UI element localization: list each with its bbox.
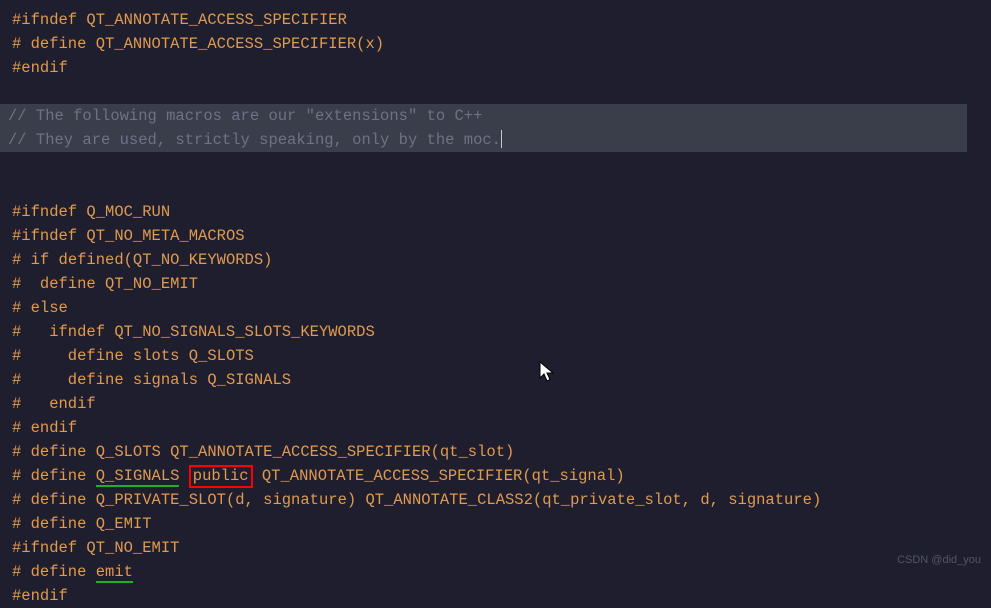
code-text: QT_ANNOTATE_ACCESS_SPECIFIER(x)	[86, 35, 384, 53]
comment-line: // The following macros are our "extensi…	[8, 107, 482, 125]
code-text: Q_EMIT	[86, 515, 151, 533]
code-text: QT_NO_EMIT	[96, 275, 198, 293]
code-text: QT_NO_EMIT	[77, 539, 179, 557]
q-signals-underlined: Q_SIGNALS	[96, 467, 180, 487]
code-line: #ifndef	[12, 227, 77, 245]
code-line: # define	[12, 371, 124, 389]
highlight-wrapper: // The following macros are our "extensi…	[0, 104, 967, 152]
code-line: # ifndef	[12, 323, 105, 341]
code-text: QT_ANNOTATE_ACCESS_SPECIFIER	[77, 11, 347, 29]
code-line: # if	[12, 251, 49, 269]
code-text	[179, 467, 188, 485]
code-line: #ifndef	[12, 11, 77, 29]
code-text: Q_SLOTS QT_ANNOTATE_ACCESS_SPECIFIER(qt_…	[86, 443, 514, 461]
code-text: QT_NO_SIGNALS_SLOTS_KEYWORDS	[105, 323, 375, 341]
code-text	[86, 563, 95, 581]
emit-underlined: emit	[96, 563, 133, 583]
code-line: # define	[12, 563, 86, 581]
code-line: #ifndef	[12, 203, 77, 221]
code-line: # define	[12, 347, 124, 365]
code-text: QT_ANNOTATE_ACCESS_SPECIFIER(qt_signal)	[253, 467, 625, 485]
code-block: #ifndef QT_ANNOTATE_ACCESS_SPECIFIER # d…	[12, 8, 979, 608]
code-text: Q_PRIVATE_SLOT(d, signature) QT_ANNOTATE…	[86, 491, 821, 509]
code-line: # define	[12, 515, 86, 533]
code-text: Q_MOC_RUN	[77, 203, 170, 221]
code-line: # define	[12, 275, 96, 293]
code-line: #endif	[12, 59, 68, 77]
public-boxed: public	[189, 465, 253, 488]
code-line: #endif	[12, 587, 68, 605]
code-line: # endif	[12, 419, 77, 437]
code-text: defined(QT_NO_KEYWORDS)	[49, 251, 272, 269]
comment-line: // They are used, strictly speaking, onl…	[8, 131, 501, 149]
code-line: # define	[12, 35, 86, 53]
code-line: # endif	[12, 395, 96, 413]
code-line: # define	[12, 491, 86, 509]
code-line: # define	[12, 443, 86, 461]
code-line: # else	[12, 299, 68, 317]
code-text: signals Q_SIGNALS	[124, 371, 291, 389]
code-text: QT_NO_META_MACROS	[77, 227, 244, 245]
code-line: # define	[12, 467, 86, 485]
code-text: slots Q_SLOTS	[124, 347, 254, 365]
watermark: CSDN @did_you	[897, 548, 981, 572]
text-cursor	[501, 130, 503, 148]
code-text	[86, 467, 95, 485]
code-line: #ifndef	[12, 539, 77, 557]
